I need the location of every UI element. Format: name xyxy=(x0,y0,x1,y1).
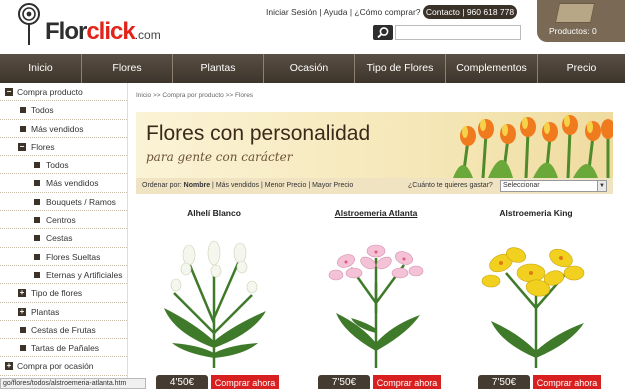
product-name[interactable]: Alhelí Blanco xyxy=(139,208,289,218)
bullet-icon xyxy=(34,253,40,260)
collapse-icon: − xyxy=(5,87,13,96)
nav-item-ocasion[interactable]: Ocasión xyxy=(264,54,355,83)
logo[interactable]: Florclick.com xyxy=(15,2,161,46)
sidebar-item-tartas-panales[interactable]: Tartas de Pañales xyxy=(0,339,127,358)
sidebar-item-plantas[interactable]: + Plantas xyxy=(0,303,127,321)
banner-title: Flores con personalidad xyxy=(146,122,371,145)
search-button[interactable] xyxy=(373,25,393,40)
bullet-icon xyxy=(34,180,40,187)
help-link[interactable]: Ayuda xyxy=(324,7,348,17)
bullet-icon xyxy=(20,107,26,114)
cart-box-icon xyxy=(554,3,596,23)
bullet-icon xyxy=(34,235,40,242)
expand-icon: + xyxy=(18,306,26,316)
sort-bar: Ordenar por: Nombre | Más vendidos | Men… xyxy=(136,178,613,194)
nav-item-precio[interactable]: Precio xyxy=(538,54,625,83)
tulips-image xyxy=(453,115,613,178)
how-to-buy-link[interactable]: ¿Cómo comprar? xyxy=(354,7,420,17)
sidebar-item-mas-vendidos[interactable]: Más vendidos xyxy=(0,120,127,138)
budget-select-value: Seleccionar xyxy=(503,182,540,189)
main-content: Inicio >> Compra por producto >> Flores … xyxy=(136,83,625,389)
product-name[interactable]: Alstroemeria Atlanta xyxy=(301,208,451,218)
login-link[interactable]: Iniciar Sesión xyxy=(266,7,317,17)
sidebar-item-flores[interactable]: − Flores xyxy=(0,138,127,157)
logo-wordmark: Florclick.com xyxy=(45,18,161,45)
product-price: 7'50€ xyxy=(318,375,370,389)
cart-button[interactable]: Productos: 0 xyxy=(537,0,625,42)
sidebar-item-todos[interactable]: Todos xyxy=(0,101,127,120)
product-card: Alstroemeria King 7'50€ Comprar ahora xyxy=(461,203,611,389)
header: Florclick.com Iniciar Sesión | Ayuda | ¿… xyxy=(0,0,625,54)
chevron-down-icon: ▼ xyxy=(597,181,606,191)
bullet-icon xyxy=(34,217,40,224)
product-image[interactable] xyxy=(476,233,596,368)
search-input[interactable] xyxy=(395,25,521,40)
collapse-icon: − xyxy=(18,141,26,151)
buy-now-button[interactable]: Comprar ahora xyxy=(373,375,441,389)
product-price: 7'50€ xyxy=(478,375,530,389)
nav-item-complementos[interactable]: Complementos xyxy=(446,54,538,83)
product-image[interactable] xyxy=(154,233,274,368)
budget-label: ¿Cuánto te quieres gastar? xyxy=(408,182,493,189)
product-name[interactable]: Alstroemeria King xyxy=(461,208,611,218)
breadcrumb[interactable]: Inicio >> Compra por producto >> Flores xyxy=(136,92,253,99)
sort-label: Ordenar por: xyxy=(142,182,182,189)
sidebar-item-eternas[interactable]: Eternas y Artificiales xyxy=(0,266,127,285)
nav-item-flores[interactable]: Flores xyxy=(82,54,173,83)
sidebar-item-cestas-frutas[interactable]: Cestas de Frutas xyxy=(0,321,127,340)
product-card: Alhelí Blanco 4'50€ Comprar ahora xyxy=(139,203,289,389)
nav-item-plantas[interactable]: Plantas xyxy=(173,54,264,83)
sidebar-item-cestas[interactable]: Cestas xyxy=(0,229,127,248)
bullet-icon xyxy=(20,345,26,352)
browser-status-bar: go/flores/todos/alstroemeria-atlanta.htm xyxy=(0,378,146,389)
search-icon xyxy=(377,27,389,39)
sort-option-nombre[interactable]: Nombre xyxy=(184,182,210,189)
buy-now-button[interactable]: Comprar ahora xyxy=(211,375,279,389)
bullet-icon xyxy=(34,271,40,278)
promo-banner: Flores con personalidad para gente con c… xyxy=(136,112,613,178)
sidebar-item-compra-ocasion[interactable]: + Compra por ocasión xyxy=(0,357,127,376)
bullet-icon xyxy=(34,162,40,169)
sidebar-item-tipo-de-flores[interactable]: + Tipo de flores xyxy=(0,284,127,303)
nav-item-inicio[interactable]: Inicio xyxy=(0,54,82,83)
bullet-icon xyxy=(20,125,26,132)
banner-subtitle: para gente con carácter xyxy=(146,150,293,164)
sidebar-item-bouquets[interactable]: Bouquets / Ramos xyxy=(0,193,127,212)
expand-icon: + xyxy=(18,288,26,298)
product-card: Alstroemeria Atlanta 7'50€ Comprar ahora xyxy=(301,203,451,389)
bullet-icon xyxy=(34,198,40,205)
sidebar-item-centros[interactable]: Centros xyxy=(0,211,127,230)
sidebar: − Compra producto Todos Más vendidos − Flo… xyxy=(0,83,128,389)
product-price: 4'50€ xyxy=(156,375,208,389)
logo-swirl-icon xyxy=(18,3,40,45)
sidebar-item-compra-producto[interactable]: − Compra producto xyxy=(0,83,127,102)
contact-button[interactable]: Contacto | 960 618 778 xyxy=(423,5,517,19)
sidebar-item-flores-mas-vendidos[interactable]: Más vendidos xyxy=(0,174,127,193)
top-links: Iniciar Sesión | Ayuda | ¿Cómo comprar? xyxy=(266,7,421,17)
buy-now-button[interactable]: Comprar ahora xyxy=(533,375,601,389)
budget-select[interactable]: Seleccionar ▼ xyxy=(500,180,607,192)
cart-label: Productos: 0 xyxy=(549,26,597,36)
sort-option-mas-vendidos[interactable]: Más vendidos xyxy=(216,182,259,189)
sidebar-item-flores-sueltas[interactable]: Flores Sueltas xyxy=(0,248,127,266)
bullet-icon xyxy=(20,326,26,333)
sidebar-item-flores-todos[interactable]: Todos xyxy=(0,156,127,175)
nav-item-tipo-de-flores[interactable]: Tipo de Flores xyxy=(355,54,446,83)
sort-option-menor-precio[interactable]: Menor Precio xyxy=(265,182,307,189)
main-nav: Inicio Flores Plantas Ocasión Tipo de Fl… xyxy=(0,54,625,83)
product-image[interactable] xyxy=(316,233,436,368)
sort-option-mayor-precio[interactable]: Mayor Precio xyxy=(312,182,353,189)
expand-icon: + xyxy=(5,361,13,371)
